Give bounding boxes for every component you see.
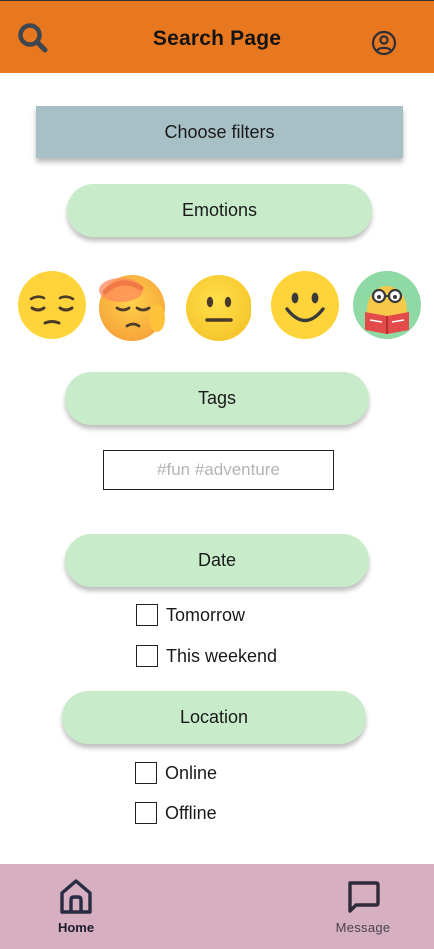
nerd-reading-icon	[353, 271, 421, 339]
nav-message-label: Message	[335, 920, 391, 935]
smiling-face-icon	[271, 271, 339, 339]
account-circle-icon	[371, 30, 397, 56]
checkbox-label: This weekend	[166, 645, 278, 666]
choose-filters-heading: Choose filters	[36, 106, 403, 158]
date-option-this-weekend[interactable]: This weekend	[136, 645, 277, 667]
checkbox[interactable]	[136, 645, 158, 667]
nav-home[interactable]: Home	[50, 876, 102, 935]
emotions-filter-button[interactable]: Emotions	[67, 184, 372, 237]
neutral-face-icon	[186, 275, 251, 341]
account-button[interactable]	[369, 28, 399, 58]
emotion-face-palm[interactable]	[97, 272, 167, 342]
top-app-bar: Search Page	[0, 0, 434, 73]
location-option-online[interactable]: Online	[135, 762, 217, 784]
bottom-navigation: Home Message	[0, 864, 434, 949]
nav-home-label: Home	[57, 920, 95, 935]
checkbox-label: Offline	[165, 802, 217, 823]
message-icon	[348, 881, 380, 913]
emotion-pensive-face[interactable]	[17, 270, 87, 340]
home-icon	[60, 879, 92, 914]
emotion-nerd-reading[interactable]	[352, 270, 422, 340]
location-filter-button[interactable]: Location	[62, 691, 366, 744]
checkbox[interactable]	[135, 762, 157, 784]
checkbox[interactable]	[136, 604, 158, 626]
tags-filter-button[interactable]: Tags	[65, 372, 369, 425]
date-option-tomorrow[interactable]: Tomorrow	[136, 604, 245, 626]
emotion-neutral-face[interactable]	[181, 273, 251, 343]
pensive-face-icon	[18, 271, 86, 339]
checkbox-label: Online	[165, 762, 218, 783]
location-option-offline[interactable]: Offline	[135, 802, 217, 824]
checkbox-label: Tomorrow	[166, 604, 246, 625]
tags-input[interactable]	[103, 450, 334, 490]
nav-message[interactable]: Message	[328, 876, 398, 935]
date-filter-button[interactable]: Date	[65, 534, 369, 587]
emotion-smiling-face[interactable]	[270, 270, 340, 340]
checkbox[interactable]	[135, 802, 157, 824]
face-palm-icon	[99, 275, 165, 341]
